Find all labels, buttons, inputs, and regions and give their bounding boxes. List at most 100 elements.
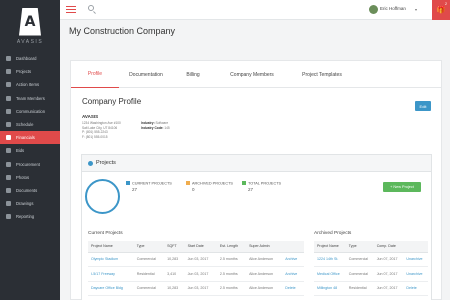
table-row: 1224 14th St. Commercial Jun 07, 2017 Unarc…: [314, 252, 428, 267]
row-action-link[interactable]: Archive: [282, 266, 304, 282]
table-cell: Jun 03, 2017: [184, 252, 217, 267]
column-header[interactable]: Super Admin: [246, 241, 283, 253]
sidebar-item-label: Procurement: [16, 161, 40, 167]
bids-icon: [6, 148, 11, 154]
column-header[interactable]: Project Name: [314, 241, 346, 253]
new-project-button[interactable]: + New Project: [383, 182, 421, 192]
tab-bar: Profile Documentation Billing Company Me…: [71, 61, 441, 88]
sidebar-item-schedule[interactable]: Schedule: [0, 118, 60, 131]
column-header[interactable]: Start Date: [184, 241, 217, 253]
search-icon[interactable]: [88, 5, 94, 11]
chevron-down-icon[interactable]: ▾: [415, 7, 417, 12]
avatar[interactable]: [369, 5, 378, 14]
page-title: My Construction Company: [69, 26, 176, 36]
documents-icon: [6, 187, 11, 193]
sidebar-item-financials[interactable]: Financials: [0, 131, 60, 145]
column-header[interactable]: SQFT: [164, 241, 185, 253]
sidebar-item-action-items[interactable]: Action Items: [0, 78, 60, 91]
legend-swatch: [126, 181, 130, 185]
archived-projects-label: Archived Projects: [314, 231, 352, 236]
table-row: Medical Office Commercial Jun 07, 2017 Unar…: [314, 266, 428, 282]
company-industry: Industry: Software Industry Code: 145: [141, 121, 170, 130]
stat-total: TOTAL PROJECTS 27: [242, 181, 281, 192]
project-name-link[interactable]: I-5/17 Freeway: [88, 266, 134, 282]
row-action-link[interactable]: Archive: [282, 252, 304, 267]
sidebar: A AVASIS Dashboard Projects Action Items Te…: [0, 0, 60, 300]
column-header[interactable]: Type: [133, 241, 165, 253]
sidebar-item-procurement[interactable]: Procurement: [0, 158, 60, 171]
table-cell: Alice Anderson: [246, 266, 283, 282]
row-action-link[interactable]: Delete: [282, 281, 304, 296]
stat-current: CURRENT PROJECTS 27: [126, 181, 172, 192]
sidebar-item-drawings[interactable]: Drawings: [0, 197, 60, 210]
notifications-button[interactable]: 🎁 2: [432, 0, 450, 20]
table-cell: 2.5 months: [216, 266, 247, 282]
logo-mark: A: [19, 7, 41, 36]
top-bar: Eric Hoffman ▾ 🎁 2: [60, 0, 450, 20]
action-items-icon: [6, 82, 11, 88]
table-cell: Commercial: [133, 252, 165, 267]
legend-swatch: [242, 181, 246, 185]
table-cell: 2.5 months: [216, 252, 247, 267]
table-cell: Commercial: [345, 252, 374, 267]
column-header[interactable]: Project Name: [88, 241, 134, 253]
project-name-link[interactable]: Olympic Stadium: [88, 252, 134, 267]
sidebar-item-photos[interactable]: Photos: [0, 171, 60, 184]
reporting-icon: [6, 214, 11, 220]
projects-donut-chart: [85, 179, 120, 214]
gift-icon: 🎁: [436, 7, 446, 14]
column-header[interactable]: Est. Length: [216, 241, 247, 253]
edit-button[interactable]: Edit: [415, 101, 431, 111]
section-title: Company Profile: [82, 97, 142, 106]
menu-icon[interactable]: [66, 6, 76, 14]
table-row: Millington 48 Residential Jun 07, 2017 Dele…: [314, 281, 428, 296]
schedule-icon: [6, 122, 11, 128]
project-name-link[interactable]: Medical Office: [314, 266, 346, 282]
column-header[interactable]: [282, 241, 304, 253]
row-action-link[interactable]: Unarchive: [403, 252, 428, 267]
sidebar-item-team-members[interactable]: Team Members: [0, 92, 60, 105]
project-name-link[interactable]: 1224 14th St.: [314, 252, 346, 267]
projects-title: Projects: [96, 160, 116, 166]
sidebar-item-communication[interactable]: Communication: [0, 105, 60, 118]
user-name[interactable]: Eric Hoffman: [380, 6, 406, 11]
brand-name: AVASIS: [16, 38, 44, 45]
sidebar-item-label: Reporting: [16, 214, 35, 220]
logo[interactable]: A AVASIS: [0, 0, 60, 52]
tab-billing[interactable]: Billing: [173, 61, 213, 88]
dashboard-icon: [6, 56, 11, 62]
column-header[interactable]: Type: [345, 241, 374, 253]
team-icon: [6, 95, 11, 101]
table-row: Olympic Stadium Commercial 10,283 Jun 03, 2…: [88, 252, 304, 267]
table-cell: Residential: [133, 266, 165, 282]
legend-swatch: [186, 181, 190, 185]
tab-documentation[interactable]: Documentation: [119, 61, 173, 88]
sidebar-item-label: Dashboard: [16, 56, 37, 62]
sidebar-item-label: Bids: [16, 148, 25, 154]
tab-company-members[interactable]: Company Members: [213, 61, 291, 88]
table-cell: 2.5 months: [216, 281, 247, 296]
notification-badge: 2: [445, 2, 447, 6]
stat-archived: ARCHIVED PROJECTS 0: [186, 181, 233, 192]
row-action-link[interactable]: Delete: [403, 281, 428, 296]
tab-profile[interactable]: Profile: [71, 61, 119, 88]
table-cell: 10,283: [164, 281, 185, 296]
sidebar-item-documents[interactable]: Documents: [0, 184, 60, 197]
sidebar-item-label: Drawings: [16, 201, 34, 207]
sidebar-item-projects[interactable]: Projects: [0, 65, 60, 78]
tab-project-templates[interactable]: Project Templates: [291, 61, 353, 88]
sidebar-item-reporting[interactable]: Reporting: [0, 210, 60, 223]
project-name-link[interactable]: Daycare Office Bldg: [88, 281, 134, 296]
current-projects-label: Current Projects: [88, 231, 123, 236]
current-projects-table: Project Name Type SQFT Start Date Est. Lengt…: [88, 241, 304, 296]
row-action-link[interactable]: Unarchive: [403, 266, 428, 282]
project-name-link[interactable]: Millington 48: [314, 281, 346, 296]
sidebar-item-bids[interactable]: Bids: [0, 144, 60, 157]
column-header[interactable]: Comp. Date: [373, 241, 404, 253]
table-row: Daycare Office Bldg Commercial 10,283 Jun 0…: [88, 281, 304, 296]
column-header[interactable]: [403, 241, 428, 253]
sidebar-item-dashboard[interactable]: Dashboard: [0, 52, 60, 65]
table-row: I-5/17 Freeway Residential 3,410 Jun 03, 20…: [88, 266, 304, 282]
table-cell: Commercial: [133, 281, 165, 296]
table-cell: Jun 03, 2017: [184, 281, 217, 296]
